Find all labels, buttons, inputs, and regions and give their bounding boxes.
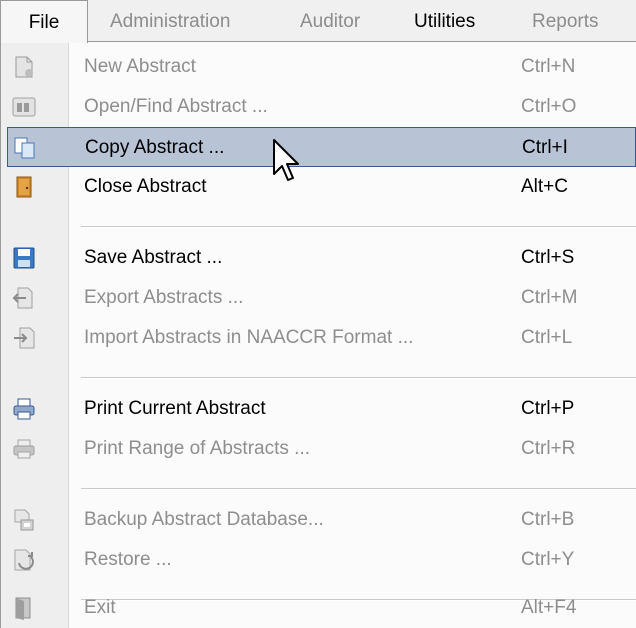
binoculars-icon: [12, 97, 36, 117]
menu-item-copy-abstract[interactable]: Copy Abstract ... Ctrl+I: [7, 127, 636, 167]
menu-file[interactable]: File: [0, 0, 88, 43]
menu-item-save-abstract[interactable]: Save Abstract ... Ctrl+S: [1, 238, 636, 278]
menu-item-backup-abstract-database[interactable]: Backup Abstract Database... Ctrl+B: [1, 500, 636, 540]
menu-item-label: Export Abstracts ...: [84, 287, 244, 308]
menu-item-shortcut: Ctrl+O: [521, 96, 577, 117]
menu-item-shortcut: Ctrl+N: [521, 56, 576, 77]
exit-icon: [15, 597, 31, 620]
menu-utilities[interactable]: Utilities: [414, 0, 475, 41]
import-icon: [14, 327, 35, 349]
backup-icon: [14, 509, 34, 531]
menu-item-shortcut: Ctrl+I: [522, 137, 568, 158]
menu-item-label: Open/Find Abstract ...: [84, 96, 268, 117]
mouse-pointer-icon: [273, 139, 299, 181]
new-document-icon: [15, 56, 33, 78]
menu-item-label: Exit: [84, 597, 116, 618]
menu-item-label: Backup Abstract Database...: [84, 509, 324, 530]
menu-item-shortcut: Alt+C: [521, 176, 568, 197]
menu-auditor[interactable]: Auditor: [300, 0, 360, 41]
menu-item-shortcut: Ctrl+P: [521, 398, 575, 419]
printer-icon: [13, 398, 35, 420]
menu-item-close-abstract[interactable]: Close Abstract Alt+C: [1, 167, 636, 207]
menu-item-shortcut: Ctrl+B: [521, 509, 575, 530]
menu-item-shortcut: Alt+F4: [521, 597, 577, 618]
menu-item-import-abstracts[interactable]: Import Abstracts in NAACCR Format ... Ct…: [1, 318, 636, 358]
menu-item-restore[interactable]: Restore ... Ctrl+Y: [1, 540, 636, 580]
floppy-disk-icon: [13, 247, 35, 269]
menu-item-print-current-abstract[interactable]: Print Current Abstract Ctrl+P: [1, 389, 636, 429]
menu-item-shortcut: Ctrl+L: [521, 327, 573, 348]
menu-bar: File Administration Auditor Utilities Re…: [0, 0, 636, 43]
menu-separator: [81, 488, 636, 490]
restore-icon: [14, 549, 34, 571]
menu-item-label: Print Current Abstract: [84, 398, 266, 419]
door-icon: [16, 176, 32, 198]
menu-separator: [81, 226, 636, 228]
menu-item-shortcut: Ctrl+R: [521, 438, 576, 459]
menu-item-export-abstracts[interactable]: Export Abstracts ... Ctrl+M: [1, 278, 636, 318]
menu-item-open-find-abstract[interactable]: Open/Find Abstract ... Ctrl+O: [1, 87, 636, 127]
menu-item-exit[interactable]: Exit Alt+F4: [1, 588, 636, 628]
menu-item-print-range-of-abstracts[interactable]: Print Range of Abstracts ... Ctrl+R: [1, 429, 636, 469]
menu-reports[interactable]: Reports: [532, 0, 599, 41]
menu-separator: [81, 377, 636, 379]
printer-range-icon: [13, 439, 35, 459]
export-icon: [12, 287, 33, 309]
menu-item-shortcut: Ctrl+M: [521, 287, 578, 308]
menu-item-label: Save Abstract ...: [84, 247, 223, 268]
menu-item-label: Import Abstracts in NAACCR Format ...: [84, 327, 414, 348]
menu-item-label: Print Range of Abstracts ...: [84, 438, 310, 459]
menu-item-new-abstract[interactable]: New Abstract Ctrl+N: [1, 47, 636, 87]
menu-item-shortcut: Ctrl+S: [521, 247, 575, 268]
menu-item-shortcut: Ctrl+Y: [521, 549, 575, 570]
menu-administration[interactable]: Administration: [110, 0, 230, 41]
copy-icon: [14, 137, 35, 159]
file-dropdown-menu: New Abstract Ctrl+N Open/Find Abstract .…: [0, 41, 636, 628]
menu-item-label: New Abstract: [84, 56, 196, 77]
menu-item-label: Close Abstract: [84, 176, 207, 197]
menu-item-label: Copy Abstract ...: [85, 137, 225, 158]
menu-item-label: Restore ...: [84, 549, 172, 570]
